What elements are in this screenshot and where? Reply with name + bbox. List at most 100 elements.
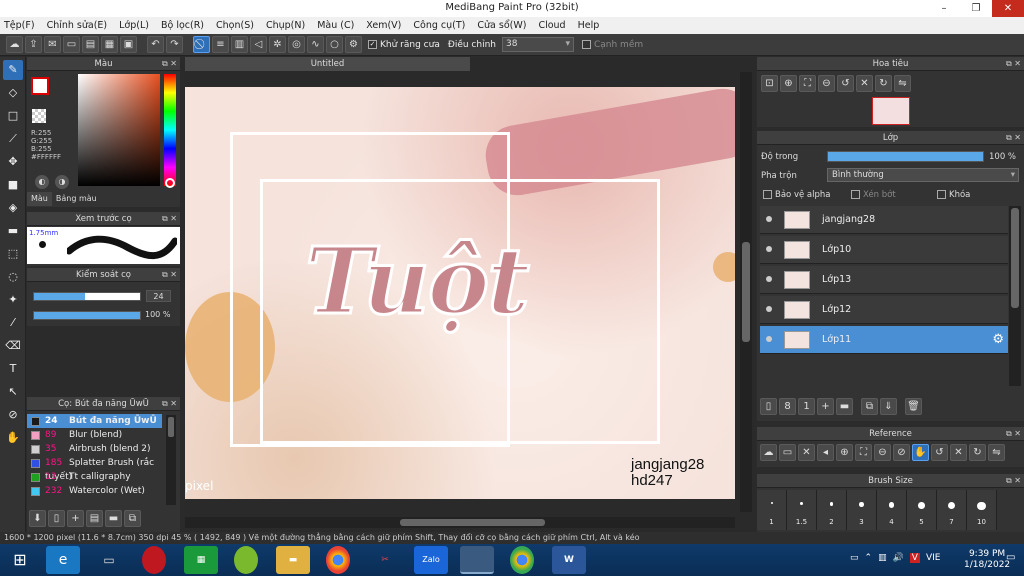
blank-app-icon[interactable]: ▭	[92, 546, 126, 574]
share-icon[interactable]: ⇪	[25, 36, 42, 53]
edit-brush-icon[interactable]: ▤	[86, 510, 103, 527]
panel-icon[interactable]: ▣	[120, 36, 137, 53]
cloud-icon[interactable]: ☁	[6, 36, 23, 53]
cloud-icon[interactable]: ☁	[760, 444, 777, 461]
radial-snap-icon[interactable]: ✲	[269, 36, 286, 53]
layer-row[interactable]: Lớp10	[760, 236, 1008, 264]
operation-tool-icon[interactable]: ↖	[3, 382, 23, 402]
saturation-value-picker[interactable]	[78, 74, 160, 186]
layer-row[interactable]: Lớp11 ⚙	[760, 326, 1008, 354]
cloud-download-icon[interactable]: ⬇	[29, 510, 46, 527]
gear-icon[interactable]: ⚙	[345, 36, 362, 53]
adjust-select[interactable]: 38 ▾	[501, 37, 574, 52]
layer-opacity-slider[interactable]	[827, 151, 984, 162]
close-icon[interactable]: ⧉ ✕	[1006, 57, 1021, 71]
antialias-option[interactable]: ✓ Khử răng cưa	[368, 39, 440, 50]
new-8bit-layer-icon[interactable]: 8	[779, 398, 796, 415]
no-snap-icon[interactable]: ⃠	[193, 36, 210, 53]
vanishing-snap-icon[interactable]: ◁	[250, 36, 267, 53]
document-icon[interactable]: ▤	[82, 36, 99, 53]
minimize-button[interactable]: –	[928, 0, 960, 17]
menu-view[interactable]: Xem(V)	[366, 20, 401, 31]
brush-size-option[interactable]: 3	[847, 490, 877, 530]
color-swap-icon[interactable]: ◑	[55, 175, 69, 189]
flip-icon[interactable]: ⇋	[988, 444, 1005, 461]
undo-icon[interactable]: ↶	[147, 36, 164, 53]
opera-icon[interactable]	[142, 546, 166, 574]
rect-tool-icon[interactable]: □	[3, 106, 23, 126]
bucket-tool-icon[interactable]: ◈	[3, 198, 23, 218]
medibang-icon[interactable]	[460, 546, 494, 574]
brush-size-option[interactable]: 4	[877, 490, 907, 530]
menu-window[interactable]: Cửa sổ(W)	[477, 20, 526, 31]
brush-size-option[interactable]: 10	[967, 490, 997, 530]
eye-icon[interactable]	[766, 276, 772, 282]
grid-icon[interactable]: ▦	[101, 36, 118, 53]
curve-snap-icon[interactable]: ∿	[307, 36, 324, 53]
menu-edit[interactable]: Chỉnh sửa(E)	[47, 20, 108, 31]
close-button[interactable]: ✕	[992, 0, 1024, 17]
word-icon[interactable]: W	[552, 546, 586, 574]
chrome-profile-icon[interactable]	[510, 546, 534, 574]
prev-icon[interactable]: ◂	[817, 444, 834, 461]
eyedropper-icon[interactable]: ⊘	[3, 405, 23, 425]
move-tool-icon[interactable]: ✥	[3, 152, 23, 172]
file-explorer-icon[interactable]: ▬	[276, 546, 310, 574]
close-icon[interactable]: ⧉ ✕	[1006, 131, 1021, 145]
gradient-tool-icon[interactable]: ▬	[3, 221, 23, 241]
zoom-actual-icon[interactable]: ⛶	[855, 444, 872, 461]
paint-app-icon[interactable]: ✂	[368, 546, 402, 574]
tray-volume-icon[interactable]: 🔊	[893, 553, 904, 563]
gear-icon[interactable]: ⚙	[992, 332, 1004, 347]
circle-snap-icon[interactable]: ◎	[288, 36, 305, 53]
close-icon[interactable]: ⧉ ✕	[1006, 474, 1021, 488]
green-app-icon[interactable]	[234, 546, 258, 574]
duplicate-icon[interactable]: ⧉	[124, 510, 141, 527]
protect-alpha-checkbox[interactable]	[763, 190, 772, 199]
brush-list-item[interactable]: 24 Bút đa năng ŪwŪ	[27, 414, 162, 428]
ellipse-snap-icon[interactable]: ○	[326, 36, 343, 53]
maximize-button[interactable]: ❐	[960, 0, 992, 17]
parallel-snap-icon[interactable]: ≡	[212, 36, 229, 53]
brush-list-item[interactable]: 89 Blur (blend)	[27, 428, 162, 442]
folder-icon[interactable]: ▬	[105, 510, 122, 527]
text-tool-icon[interactable]: T	[3, 359, 23, 379]
eraser-tool-icon[interactable]: ◇	[3, 83, 23, 103]
tray-network-icon[interactable]: ▥	[878, 553, 887, 563]
menu-tools[interactable]: Công cụ(T)	[413, 20, 465, 31]
duplicate-layer-icon[interactable]: ⧉	[861, 398, 878, 415]
eye-icon[interactable]	[766, 336, 772, 342]
layer-row[interactable]: jangjang28	[760, 206, 1008, 234]
close-icon[interactable]: ⧉ ✕	[162, 397, 177, 411]
brush-list-scrollbar[interactable]	[166, 415, 176, 505]
vertical-scrollbar[interactable]	[740, 72, 752, 512]
brush-tool-icon[interactable]: ✎	[3, 60, 23, 80]
dot-tool-icon[interactable]: ⟋	[3, 129, 23, 149]
brush-list-item[interactable]: 232 Watercolor (Wet)	[27, 484, 162, 498]
zoom-out-icon[interactable]: ⊖	[818, 75, 835, 92]
soft-edge-option[interactable]: Cạnh mềm	[581, 39, 643, 50]
ie-icon[interactable]: e	[46, 546, 80, 574]
layer-row[interactable]: Lớp12	[760, 296, 1008, 324]
brush-list-item[interactable]: 185 Splatter Brush (rắc tuyết)	[27, 456, 162, 482]
select-eraser-icon[interactable]: ⌫	[3, 336, 23, 356]
close-icon[interactable]: ⧉ ✕	[162, 268, 177, 282]
flip-icon[interactable]: ⇋	[894, 75, 911, 92]
rotate-left-icon[interactable]: ↺	[837, 75, 854, 92]
close-icon[interactable]: ⧉ ✕	[162, 212, 177, 226]
page-icon[interactable]: ▭	[63, 36, 80, 53]
reset-icon[interactable]: ✕	[856, 75, 873, 92]
brush-list-item[interactable]: 13 Tt calligraphy	[27, 470, 162, 484]
zoom-actual-icon[interactable]: ⛶	[799, 75, 816, 92]
menu-select[interactable]: Chọn(S)	[216, 20, 254, 31]
start-icon[interactable]: ⊞	[3, 546, 37, 574]
rotate-right-icon[interactable]: ↻	[969, 444, 986, 461]
cross-snap-icon[interactable]: ▥	[231, 36, 248, 53]
fill-rect-tool-icon[interactable]: ■	[3, 175, 23, 195]
close-reference-icon[interactable]: ✕	[798, 444, 815, 461]
reset-icon[interactable]: ✕	[950, 444, 967, 461]
eyedropper-icon[interactable]: ⊘	[893, 444, 910, 461]
lasso-tool-icon[interactable]: ◌	[3, 267, 23, 287]
folder-icon[interactable]: ▬	[836, 398, 853, 415]
rotate-left-icon[interactable]: ↺	[931, 444, 948, 461]
